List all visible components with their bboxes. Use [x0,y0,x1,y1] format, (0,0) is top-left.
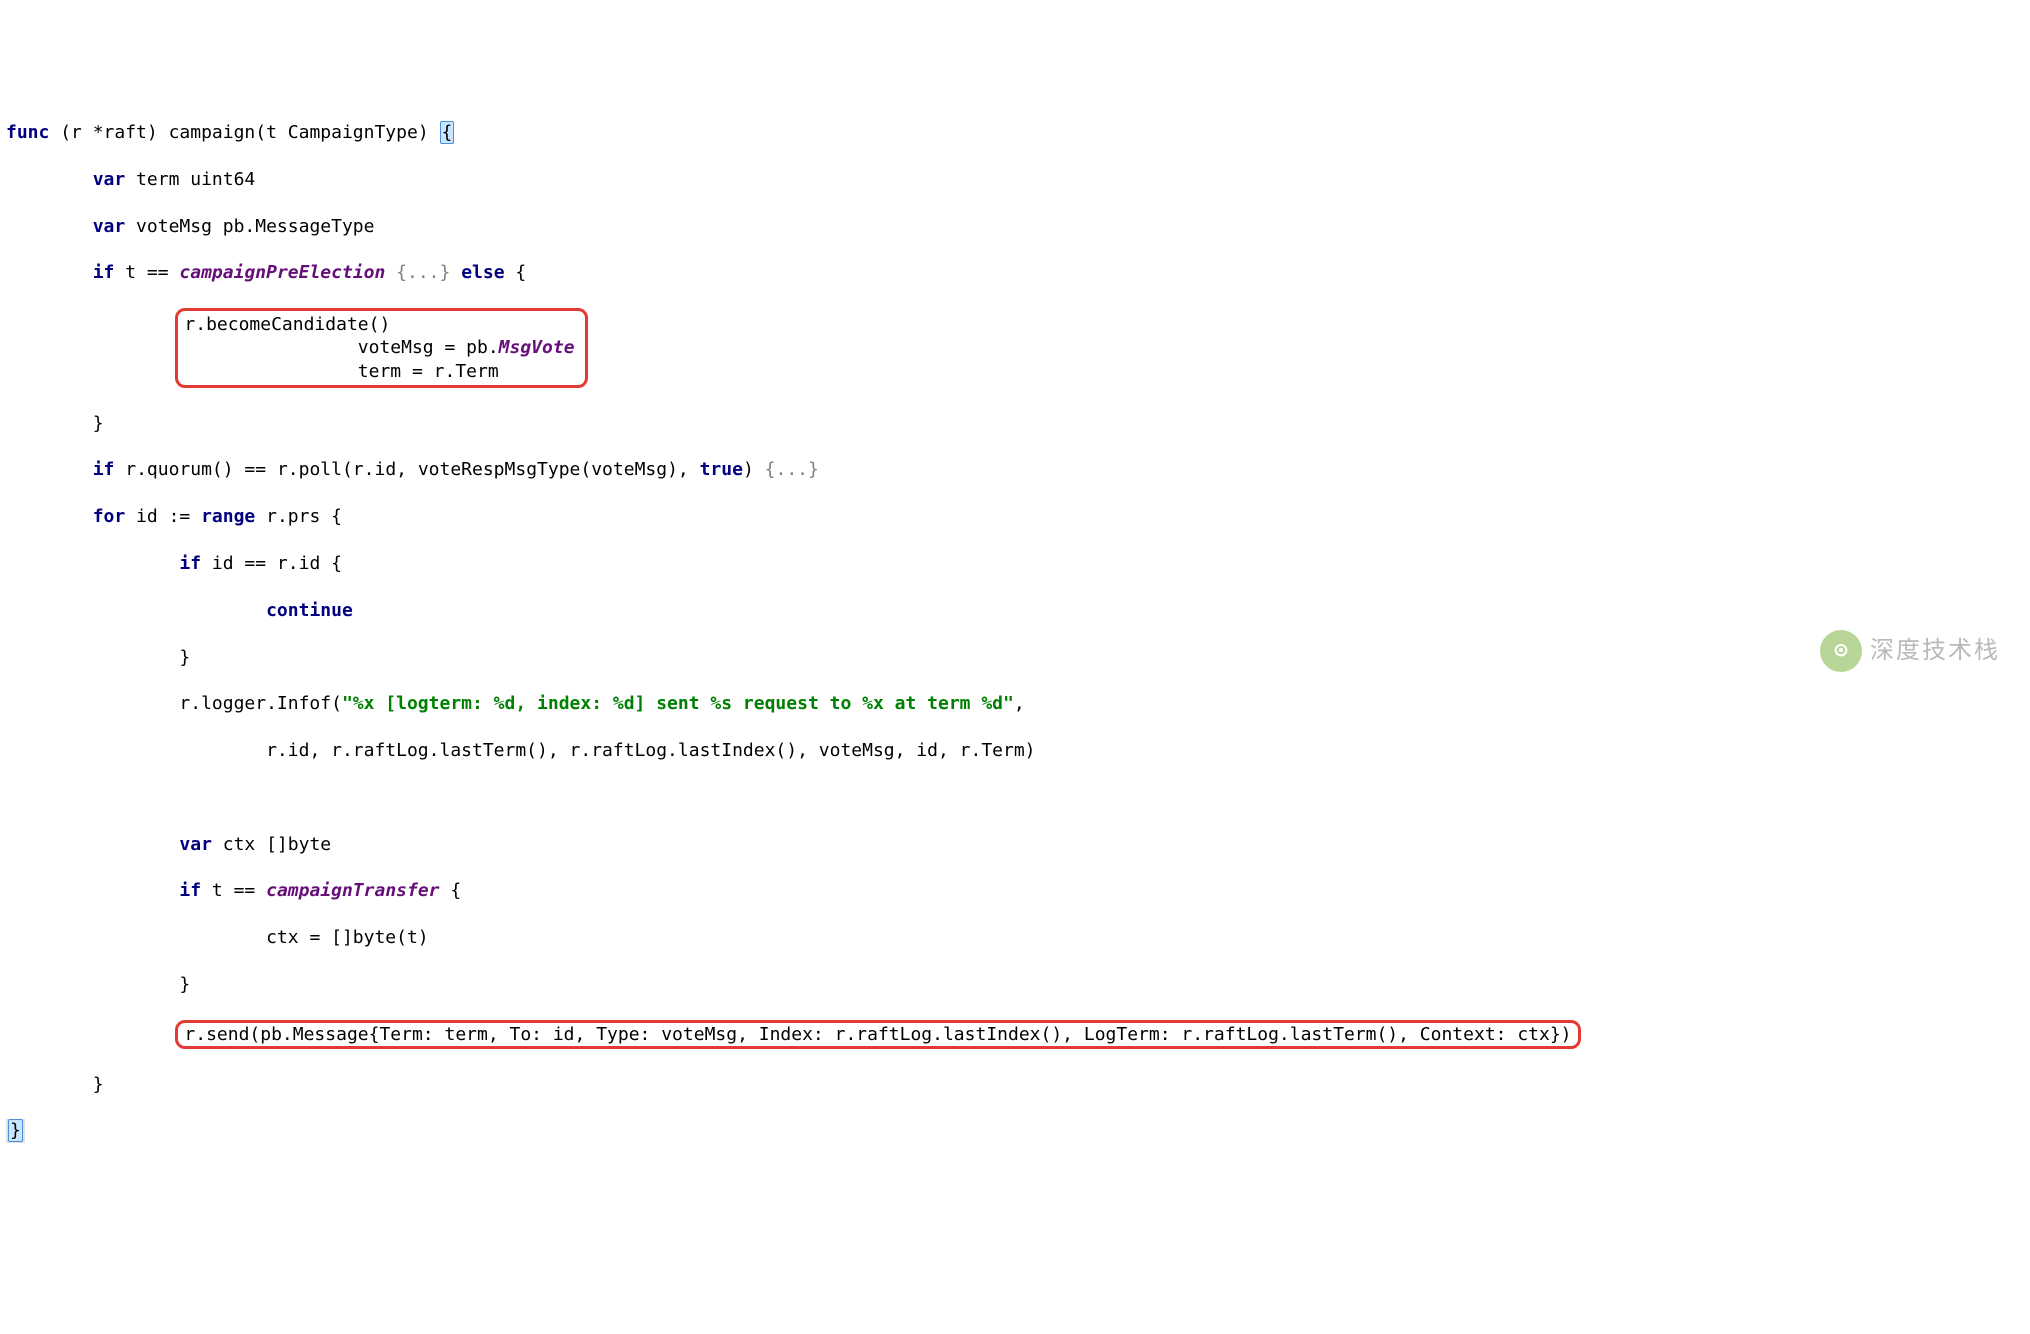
keyword-else: else [450,262,515,283]
indent [6,169,93,190]
code-line: r.logger.Infof("%x [logterm: %d, index: … [6,692,2030,715]
code-editor[interactable]: func (r *raft) campaign(t CampaignType) … [6,98,2030,1167]
keyword-func: func [6,122,49,143]
code-line [6,786,2030,809]
fold-marker[interactable]: {...} [765,459,819,480]
indent [184,337,357,358]
brace: { [440,880,462,901]
code-line: if r.quorum() == r.poll(r.id, voteRespMs… [6,458,2030,481]
brace: } [8,1119,23,1142]
code-text: (r *raft) campaign(t CampaignType) [49,122,439,143]
brace: } [179,974,190,995]
keyword-var: var [93,216,126,237]
code-line: if t == campaignPreElection {...} else { [6,261,2030,284]
identifier: campaignPreElection [179,262,385,283]
code-line: var voteMsg pb.MessageType [6,215,2030,238]
indent [6,361,179,382]
code-line: } [6,412,2030,435]
indent [6,787,179,808]
code-text: term = r.Term [358,361,499,382]
code-text: t == [114,262,179,283]
fold-marker[interactable]: {...} [396,262,450,283]
brace: } [93,413,104,434]
brace: { [515,262,526,283]
keyword-var: var [179,834,212,855]
indent [6,262,93,283]
highlight-box-2: r.send(pb.Message{Term: term, To: id, Ty… [175,1020,1580,1049]
keyword-continue: continue [266,600,353,621]
code-text: ctx = []byte(t) [266,927,429,948]
code-line: func (r *raft) campaign(t CampaignType) … [6,121,2030,144]
indent [6,459,93,480]
keyword-true: true [700,459,743,480]
string-literal: "%x [logterm: %d, index: %d] sent %s req… [342,693,1014,714]
code-line: if t == campaignTransfer { [6,879,2030,902]
code-text: id := [125,506,201,527]
code-text: r.quorum() == r.poll(r.id, voteRespMsgTy… [114,459,699,480]
code-text: r.id, r.raftLog.lastTerm(), r.raftLog.la… [266,740,1035,761]
indent [184,361,357,382]
brace: } [93,1074,104,1095]
code-line: r.becomeCandidate() voteMsg = pb.MsgVote… [6,308,2030,388]
closing-brace-highlight: } [6,1119,25,1142]
indent [6,693,179,714]
code-line: } [6,973,2030,996]
code-text: term uint64 [125,169,255,190]
keyword-if: if [93,262,115,283]
code-line: r.id, r.raftLog.lastTerm(), r.raftLog.la… [6,739,2030,762]
code-text: r.becomeCandidate() [184,314,390,335]
code-line: } [6,646,2030,669]
code-text: id == r.id { [201,553,342,574]
keyword-range: range [201,506,255,527]
keyword-for: for [93,506,126,527]
code-line: r.send(pb.Message{Term: term, To: id, Ty… [6,1020,2030,1049]
code-line: } [6,1119,2030,1142]
indent [6,647,179,668]
indent [6,834,179,855]
indent [6,880,179,901]
keyword-if: if [93,459,115,480]
code-text: voteMsg = pb. [358,337,499,358]
indent [6,600,266,621]
keyword-if: if [179,553,201,574]
code-line: continue [6,599,2030,622]
indent [6,216,93,237]
indent [6,553,179,574]
code-text: r.logger.Infof( [179,693,342,714]
keyword-var: var [93,169,126,190]
indent [6,974,179,995]
code-text: r.prs { [255,506,342,527]
indent [6,1074,93,1095]
code-text: ) [743,459,765,480]
space [385,262,396,283]
code-text: r.send(pb.Message{Term: term, To: id, Ty… [184,1024,1571,1045]
brace-highlight: { [440,121,455,144]
code-text: voteMsg pb.MessageType [125,216,374,237]
code-text: , [1014,693,1025,714]
code-line: if id == r.id { [6,552,2030,575]
identifier: campaignTransfer [266,880,439,901]
indent [6,740,266,761]
code-line: var term uint64 [6,168,2030,191]
keyword-if: if [179,880,201,901]
code-line: for id := range r.prs { [6,505,2030,528]
code-line: ctx = []byte(t) [6,926,2030,949]
code-text: ctx []byte [212,834,331,855]
highlight-box-1: r.becomeCandidate() voteMsg = pb.MsgVote… [175,308,587,388]
code-line: var ctx []byte [6,833,2030,856]
identifier: MsgVote [499,337,575,358]
indent [6,1024,179,1045]
code-text: t == [201,880,266,901]
indent [6,506,93,527]
indent [6,413,93,434]
brace: } [179,647,190,668]
code-line: } [6,1073,2030,1096]
indent [6,927,266,948]
